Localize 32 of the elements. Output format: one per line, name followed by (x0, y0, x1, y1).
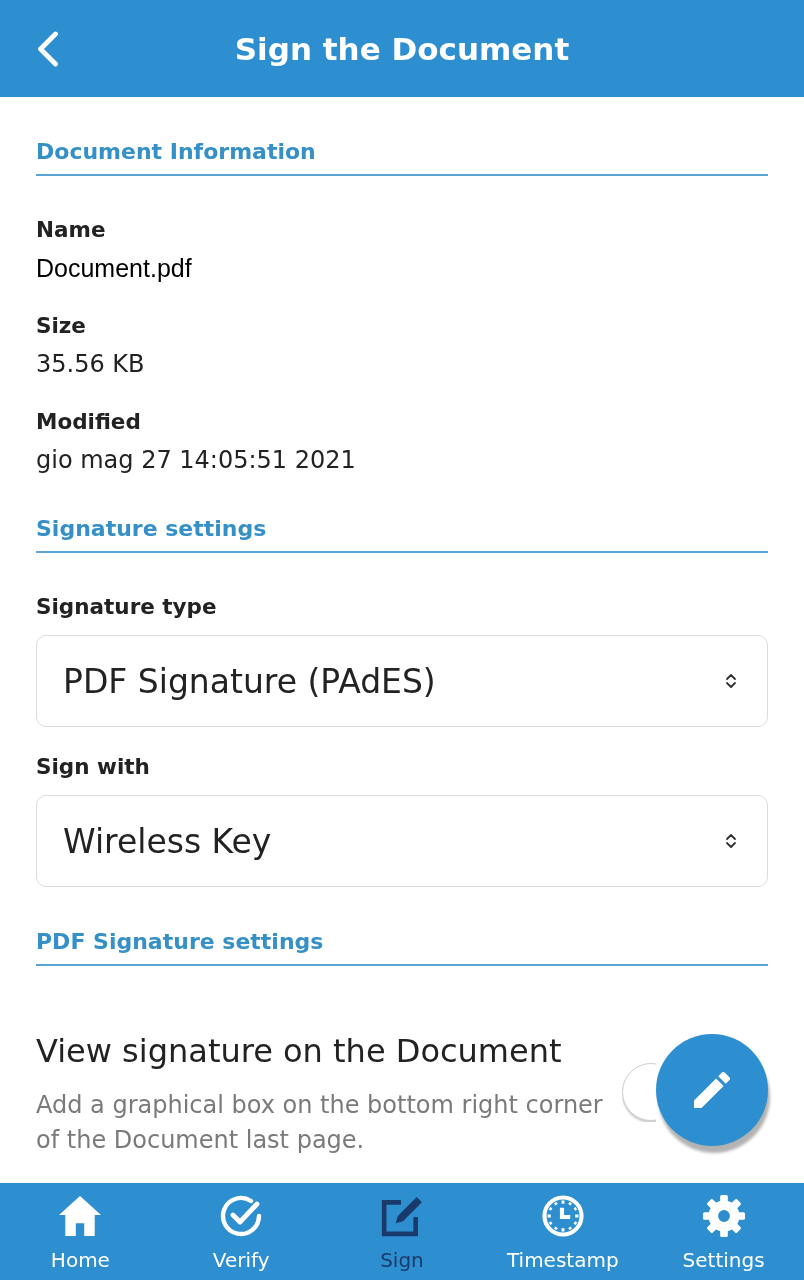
field-value: Document.pdf (36, 254, 193, 282)
gear-icon (702, 1195, 745, 1237)
nav-tab[interactable]: Timestamp (482, 1183, 644, 1280)
up-down-caret-icon (725, 833, 737, 849)
dropdown-field[interactable]: Wireless Key (36, 795, 768, 887)
toggle-title: View signature on the Document (36, 1031, 563, 1071)
field-label: Sign with (36, 753, 151, 781)
up-down-caret-icon (725, 673, 737, 689)
field-label: Signature type (36, 593, 218, 621)
pencil-icon (694, 1072, 730, 1108)
nav-tab[interactable]: Home (0, 1183, 161, 1280)
clock-icon (541, 1195, 584, 1237)
field-label: Modified (36, 408, 142, 436)
nav-tab[interactable]: Sign (321, 1183, 483, 1280)
page-title: Sign the Document (234, 30, 570, 67)
nav-tab[interactable]: Settings (643, 1183, 804, 1280)
check-circle-icon (220, 1195, 263, 1237)
field-value: 35.56 KB (36, 350, 146, 378)
section-title: PDF Signature settings (36, 928, 325, 956)
back-button[interactable] (36, 30, 60, 67)
field-value: gio mag 27 14:05:51 2021 (36, 446, 357, 474)
field-label: Size (36, 312, 87, 340)
field-label: Name (36, 216, 107, 244)
toggle-switch[interactable] (622, 1062, 656, 1122)
home-icon (59, 1195, 102, 1237)
back-icon (36, 30, 60, 67)
dropdown-field[interactable]: PDF Signature (PAdES) (36, 635, 768, 727)
toggle-description: Add a graphical box on the bottom right corner of the Document last page. (36, 1090, 604, 1156)
nav-tab[interactable]: Verify (160, 1183, 322, 1280)
section-title: Signature settings (36, 515, 268, 543)
edit-square-icon (381, 1195, 423, 1237)
section-title: Document Information (36, 138, 317, 166)
